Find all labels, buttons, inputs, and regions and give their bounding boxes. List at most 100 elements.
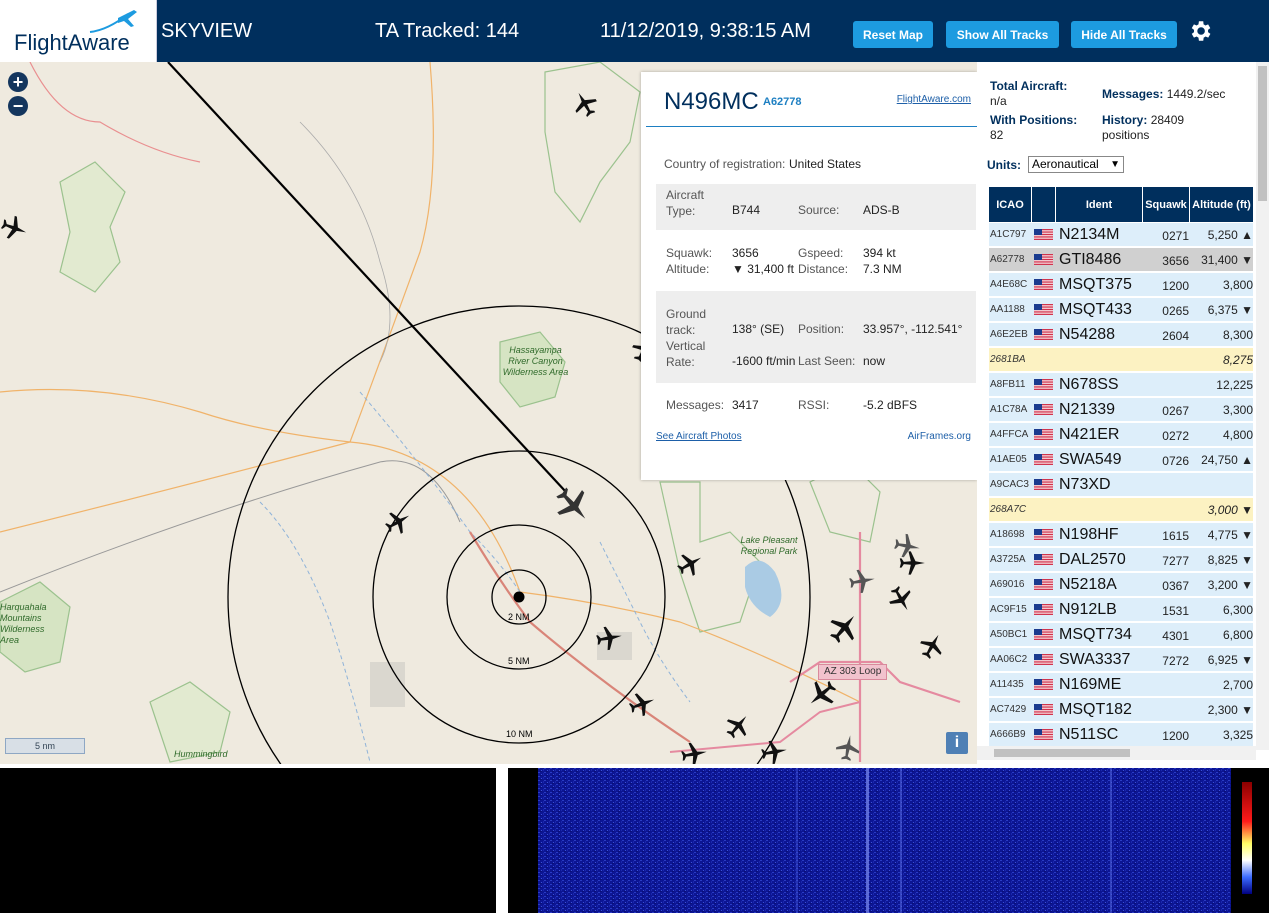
total-aircraft-value: n/a <box>990 94 1007 108</box>
table-row[interactable]: A8FB11 N678SS 12,225 <box>989 373 1253 397</box>
table-row[interactable]: AA06C2 SWA3337 7272 6,925 ▼ <box>989 648 1253 672</box>
table-row[interactable]: A1C78A N21339 0267 3,300 <box>989 398 1253 422</box>
row-squawk: 0367 <box>1162 579 1189 593</box>
row-ident: MSQT182 <box>1059 701 1132 718</box>
row-ident: MSQT433 <box>1059 301 1132 318</box>
row-altitude: 24,750 ▲ <box>1201 453 1253 467</box>
col-altitude[interactable]: Altitude (ft) <box>1190 187 1253 222</box>
aircraft-list-panel: Total Aircraft: n/a Messages: 1449.2/sec… <box>977 62 1269 764</box>
row-icao: A11435 <box>990 679 1024 690</box>
aircraft-photos-link[interactable]: See Aircraft Photos <box>656 431 742 442</box>
row-altitude: 8,825 ▼ <box>1207 553 1253 567</box>
zoom-in-button[interactable]: + <box>8 72 28 92</box>
flightaware-link[interactable]: FlightAware.com <box>897 94 971 105</box>
col-ident[interactable]: Ident <box>1056 187 1142 222</box>
selected-icao[interactable]: A62778 <box>763 96 802 108</box>
gspeed-value: 394 kt <box>863 246 896 260</box>
aircraft-icon[interactable] <box>832 732 864 764</box>
map-label-harquahala: Harquahala Mountains Wilderness Area <box>0 602 47 645</box>
reset-map-button[interactable]: Reset Map <box>853 21 933 48</box>
row-icao: A69016 <box>990 579 1025 590</box>
row-squawk: 3656 <box>1162 254 1189 268</box>
table-row[interactable]: A4E68C MSQT375 1200 3,800 <box>989 273 1253 297</box>
table-row[interactable]: A62778 GTI8486 3656 31,400 ▼ <box>989 248 1253 272</box>
us-flag-icon <box>1034 479 1053 490</box>
table-row[interactable]: 2681BA 8,275 <box>989 348 1253 372</box>
row-altitude: 3,325 <box>1222 728 1253 742</box>
aircraft-icon[interactable] <box>758 736 790 764</box>
row-ident: GTI8486 <box>1059 251 1122 268</box>
aircraft-icon[interactable] <box>593 622 625 654</box>
us-flag-icon <box>1034 329 1053 340</box>
table-row[interactable]: AA1188 MSQT433 0265 6,375 ▼ <box>989 298 1253 322</box>
us-flag-icon <box>1034 554 1053 565</box>
aircraft-icon[interactable] <box>678 738 710 764</box>
country-label: Country of registration: <box>664 157 786 171</box>
table-row[interactable]: A3725A DAL2570 7277 8,825 ▼ <box>989 548 1253 572</box>
row-altitude: 2,300 ▼ <box>1207 703 1253 717</box>
table-row[interactable]: A69016 N5218A 0367 3,200 ▼ <box>989 573 1253 597</box>
row-altitude: 3,800 <box>1222 278 1253 292</box>
vertical-scroll-thumb[interactable] <box>1258 66 1267 201</box>
table-row[interactable]: 268A7C 3,000 ▼ <box>989 498 1253 522</box>
us-flag-icon <box>1034 304 1053 315</box>
table-row[interactable]: AC7429 MSQT182 2,300 ▼ <box>989 698 1253 722</box>
us-flag-icon <box>1034 729 1053 740</box>
col-icao[interactable]: ICAO <box>989 187 1031 222</box>
row-squawk: 0272 <box>1162 429 1189 443</box>
table-row[interactable]: A50BC1 MSQT734 4301 6,800 <box>989 623 1253 647</box>
altitude-value: ▼ 31,400 ft <box>732 262 794 276</box>
row-squawk: 1200 <box>1162 729 1189 743</box>
row-icao: A6E2EB <box>990 329 1028 340</box>
row-icao: 268A7C <box>990 504 1027 515</box>
table-row[interactable]: AC9F15 N912LB 1531 6,300 <box>989 598 1253 622</box>
row-squawk: 0265 <box>1162 304 1189 318</box>
us-flag-icon <box>1034 704 1053 715</box>
col-squawk[interactable]: Squawk <box>1143 187 1189 222</box>
airframes-link[interactable]: AirFrames.org <box>908 431 971 442</box>
messages-rate-value: 1449.2/sec <box>1166 87 1226 101</box>
scale-bar: 5 nm <box>5 738 85 754</box>
type-label: Aircraft Type: <box>666 188 705 218</box>
row-ident: SWA3337 <box>1059 651 1131 668</box>
row-altitude: 6,375 ▼ <box>1207 303 1253 317</box>
horizontal-scroll-thumb[interactable] <box>994 749 1130 757</box>
row-ident: N73XD <box>1059 476 1111 493</box>
row-ident: DAL2570 <box>1059 551 1126 568</box>
table-row[interactable]: A9CAC3 N73XD <box>989 473 1253 497</box>
units-select[interactable]: Aeronautical ▼ <box>1028 156 1124 173</box>
us-flag-icon <box>1034 454 1053 465</box>
table-row[interactable]: A18698 N198HF 1615 4,775 ▼ <box>989 523 1253 547</box>
tracked-count: TA Tracked: 144 <box>375 20 520 42</box>
show-all-tracks-button[interactable]: Show All Tracks <box>946 21 1059 48</box>
row-icao: 2681BA <box>990 354 1026 365</box>
col-flag[interactable] <box>1032 187 1055 222</box>
us-flag-icon <box>1034 229 1053 240</box>
table-row[interactable]: A1C797 N2134M 0271 5,250 ▲ <box>989 223 1253 247</box>
info-icon[interactable]: i <box>946 732 968 754</box>
aircraft-icon[interactable] <box>846 565 878 597</box>
units-value: Aeronautical <box>1032 157 1099 171</box>
gear-icon[interactable] <box>1187 18 1213 44</box>
app-title: SKYVIEW <box>161 20 253 42</box>
table-row[interactable]: A4FFCA N421ER 0272 4,800 <box>989 423 1253 447</box>
row-altitude: 2,700 <box>1222 678 1253 692</box>
zoom-out-button[interactable]: − <box>8 96 28 116</box>
table-row[interactable]: A666B9 N511SC 1200 3,325 <box>989 723 1253 747</box>
aircraft-icon[interactable] <box>891 530 923 562</box>
row-icao: A18698 <box>990 529 1025 540</box>
row-squawk: 7272 <box>1162 654 1189 668</box>
hide-all-tracks-button[interactable]: Hide All Tracks <box>1071 21 1177 48</box>
vrate-value: -1600 ft/min <box>732 354 796 368</box>
flightaware-logo[interactable]: FlightAware <box>0 0 157 62</box>
table-row[interactable]: A1AE05 SWA549 0726 24,750 ▲ <box>989 448 1253 472</box>
row-altitude: 4,800 <box>1222 428 1253 442</box>
row-ident: N198HF <box>1059 526 1119 543</box>
logo-text: FlightAware <box>14 30 130 55</box>
row-ident: MSQT734 <box>1059 626 1132 643</box>
table-row[interactable]: A11435 N169ME 2,700 <box>989 673 1253 697</box>
row-icao: A62778 <box>990 254 1025 265</box>
gspeed-label: Gspeed: <box>798 246 844 260</box>
row-squawk: 0267 <box>1162 404 1189 418</box>
table-row[interactable]: A6E2EB N54288 2604 8,300 <box>989 323 1253 347</box>
